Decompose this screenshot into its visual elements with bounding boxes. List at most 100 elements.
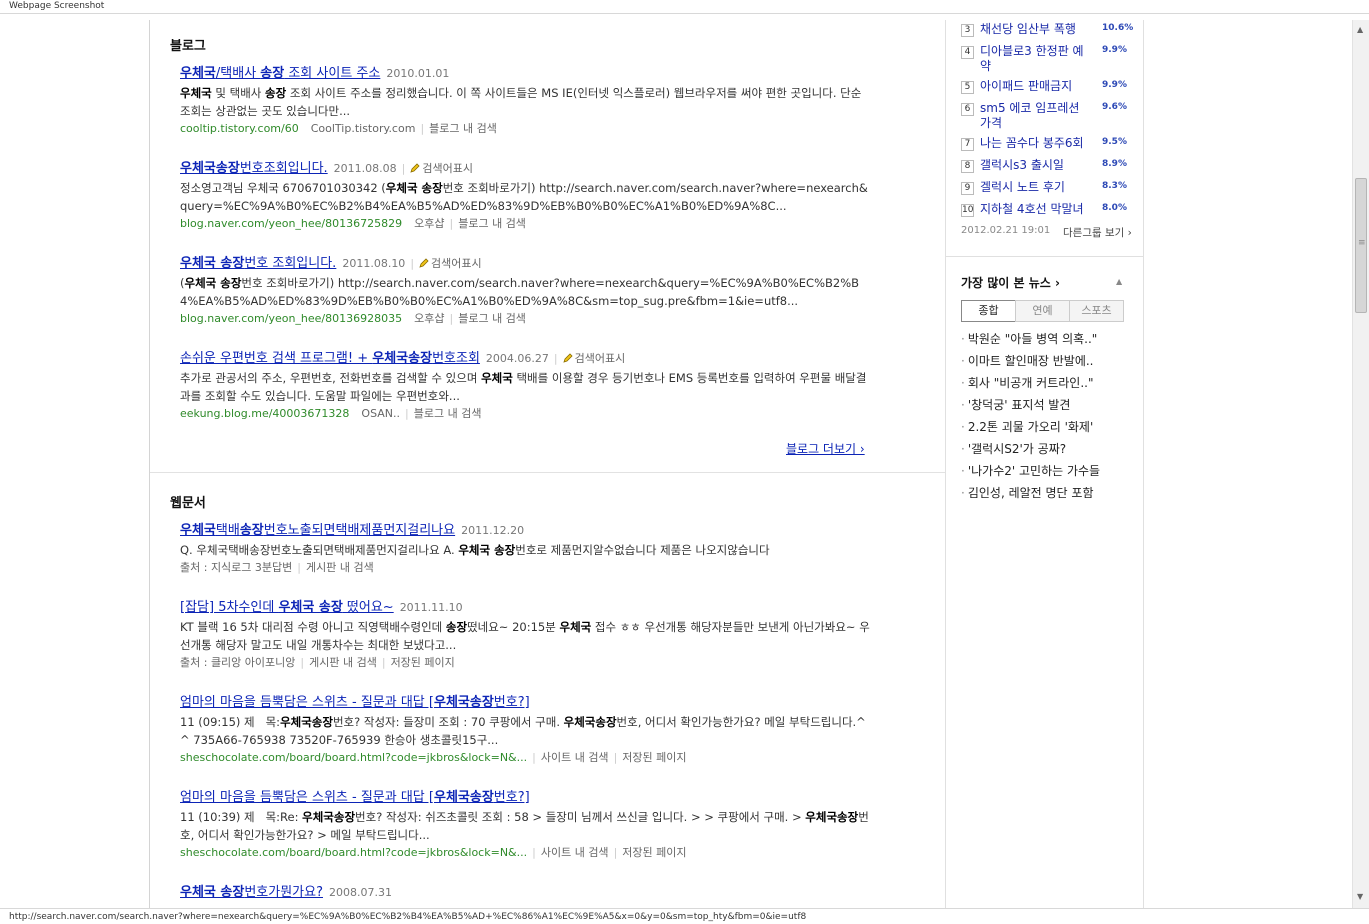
collapse-icon[interactable]: ▲ bbox=[1116, 277, 1122, 286]
result-url[interactable]: blog.naver.com/yeon_hee/80136725829 bbox=[180, 217, 402, 230]
webdoc-result: 우체국 송장번호가뭔가요? 2008.07.31 bbox=[180, 883, 870, 901]
status-bar: http://search.naver.com/search.naver?whe… bbox=[0, 908, 1369, 924]
result-title-link[interactable]: 우체국 송장번호 조회입니다. bbox=[180, 256, 336, 271]
news-link[interactable]: 회사 "비공개 커트라인.." bbox=[961, 375, 1094, 391]
result-url[interactable]: eekung.blog.me/40003671328 bbox=[180, 407, 349, 420]
sidebar-divider bbox=[946, 256, 1143, 257]
result-title-link[interactable]: 엄마의 마음을 듬뿍담은 스위츠 - 질문과 대답 [우체국송장번호?] bbox=[180, 790, 530, 805]
meta-link[interactable]: 저장된 페이지 bbox=[622, 846, 686, 859]
vertical-scrollbar[interactable]: ▲ ≡ ▼ bbox=[1352, 20, 1369, 908]
blog-result: 우체국 송장번호 조회입니다. 2011.08.10 | 검색어표시 (우체국 송장번호… bbox=[180, 254, 870, 328]
ranking-timestamp: 2012.02.21 19:01 bbox=[961, 225, 1051, 236]
meta-link[interactable]: 게시판 내 검색 bbox=[306, 561, 374, 574]
rank-number: 4 bbox=[961, 46, 974, 59]
window-titlebar: Webpage Screenshot bbox=[0, 0, 1369, 14]
grip-icon: ≡ bbox=[1358, 238, 1366, 248]
meta-link[interactable]: 저장된 페이지 bbox=[622, 751, 686, 764]
result-source[interactable]: 오후샵 bbox=[414, 217, 444, 230]
rank-percent: 10.6% bbox=[1102, 23, 1134, 33]
result-title-link[interactable]: 엄마의 마음을 듬뿍담은 스위츠 - 질문과 대답 [우체국송장번호?] bbox=[180, 695, 530, 710]
keyword-highlight-toggle[interactable]: 검색어표시 bbox=[410, 162, 473, 175]
result-meta: sheschocolate.com/board/board.html?code=… bbox=[180, 844, 870, 862]
news-link[interactable]: 김인성, 레알전 명단 포함 bbox=[961, 485, 1094, 501]
result-title-link[interactable]: 우체국택배송장번호노출되면택배제품먼지걸리나요 bbox=[180, 523, 455, 538]
result-title-link[interactable]: [잡담] 5차수인데 우체국 송장 떴어요~ bbox=[180, 600, 394, 615]
blog-search-link[interactable]: 블로그 내 검색 bbox=[414, 407, 482, 420]
rank-keyword-link[interactable]: 디아블로3 한정판 예약 bbox=[980, 44, 1090, 74]
result-title-row: 우체국송장번호조회입니다. 2011.08.08 | 검색어표시 bbox=[180, 159, 870, 177]
rank-keyword-link[interactable]: 나는 꼼수다 봉주6회 bbox=[980, 136, 1090, 151]
blog-search-link[interactable]: 블로그 내 검색 bbox=[458, 312, 526, 325]
result-title-row: 엄마의 마음을 듬뿍담은 스위츠 - 질문과 대답 [우체국송장번호?] bbox=[180, 693, 870, 711]
result-title-link[interactable]: 손쉬운 우편번호 검색 프로그램! + 우체국송장번호조회 bbox=[180, 351, 480, 366]
meta-link[interactable]: 사이트 내 검색 bbox=[541, 846, 609, 859]
result-title-link[interactable]: 우체국송장번호조회입니다. bbox=[180, 161, 328, 176]
result-meta: eekung.blog.me/40003671328 OSAN.. | 블로그 내 검… bbox=[180, 405, 870, 423]
result-source[interactable]: OSAN.. bbox=[361, 407, 400, 420]
result-description: 11 (10:39) 제 목:Re: 우체국송장번호? 작성자: 쉬즈초콜릿 조… bbox=[180, 810, 869, 842]
tab-sports[interactable]: 스포츠 bbox=[1069, 300, 1124, 322]
result-date: 2010.01.01 bbox=[386, 67, 450, 80]
result-title-link[interactable]: 우체국 송장번호가뭔가요? bbox=[180, 885, 323, 900]
result-date: 2011.11.10 bbox=[399, 601, 463, 614]
scroll-down-icon[interactable]: ▼ bbox=[1357, 892, 1363, 901]
rank-number: 9 bbox=[961, 182, 974, 195]
news-link[interactable]: '나가수2' 고민하는 가수들 bbox=[961, 463, 1100, 479]
result-description: KT 블랙 16 5차 대리점 수령 아니고 직영택배수령인데 송장떴네요~ 2… bbox=[180, 620, 870, 652]
news-link[interactable]: '창덕궁' 표지석 발견 bbox=[961, 397, 1071, 413]
result-meta: sheschocolate.com/board/board.html?code=… bbox=[180, 749, 870, 767]
rank-keyword-link[interactable]: 갤럭시s3 출시일 bbox=[980, 158, 1090, 173]
rank-number: 10 bbox=[961, 204, 974, 217]
keyword-highlight-toggle[interactable]: 검색어표시 bbox=[562, 352, 626, 365]
result-url[interactable]: sheschocolate.com/board/board.html?code=… bbox=[180, 751, 527, 764]
blog-search-link[interactable]: 블로그 내 검색 bbox=[429, 122, 497, 135]
meta-link[interactable]: 게시판 내 검색 bbox=[309, 656, 377, 669]
rank-number: 5 bbox=[961, 81, 974, 94]
blog-search-link[interactable]: 블로그 내 검색 bbox=[458, 217, 526, 230]
result-url[interactable]: cooltip.tistory.com/60 bbox=[180, 122, 299, 135]
result-description: (우체국 송장번호 조회바로가기) http://search.naver.co… bbox=[180, 276, 860, 308]
keyword-highlight-label: 검색어표시 bbox=[574, 352, 626, 365]
blog-more-link[interactable]: 블로그 더보기 › bbox=[786, 440, 865, 457]
separator: | bbox=[405, 407, 409, 420]
news-link[interactable]: 2.2톤 괴물 가오리 '화제' bbox=[961, 419, 1093, 435]
result-meta: 출처 : 지식로그 3분답변 | 게시판 내 검색 bbox=[180, 559, 870, 577]
rank-keyword-link[interactable]: 채선당 임산부 폭행 bbox=[980, 22, 1090, 37]
top-news-title[interactable]: 가장 많이 본 뉴스 › bbox=[961, 274, 1060, 291]
result-meta: blog.naver.com/yeon_hee/80136725829 오후샵 | 블… bbox=[180, 215, 870, 233]
result-source[interactable]: CoolTip.tistory.com bbox=[311, 122, 416, 135]
separator: | bbox=[297, 561, 301, 574]
tab-general[interactable]: 종합 bbox=[961, 300, 1016, 322]
news-link[interactable]: 이마트 할인매장 반발에.. bbox=[961, 353, 1094, 369]
rank-percent: 8.0% bbox=[1102, 203, 1127, 213]
result-title-row: [잡담] 5차수인데 우체국 송장 떴어요~ 2011.11.10 bbox=[180, 598, 870, 616]
rank-keyword-link[interactable]: 겔럭시 노트 후기 bbox=[980, 180, 1090, 195]
scroll-up-icon[interactable]: ▲ bbox=[1357, 25, 1363, 34]
tab-entertainment[interactable]: 연예 bbox=[1015, 300, 1070, 322]
result-meta: cooltip.tistory.com/60 CoolTip.tistory.co… bbox=[180, 120, 870, 138]
result-source[interactable]: 오후샵 bbox=[414, 312, 444, 325]
blog-result: 우체국/택배사 송장 조회 사이트 주소 2010.01.01 우체국 및 택배사 … bbox=[180, 64, 870, 138]
news-link[interactable]: '갤럭시S2'가 공짜? bbox=[961, 441, 1066, 457]
result-description: Q. 우체국택배송장번호노출되면택배제품먼지걸리나요 A. 우체국 송장번호로 … bbox=[180, 543, 770, 557]
separator: | bbox=[613, 751, 618, 764]
result-title-link[interactable]: 우체국/택배사 송장 조회 사이트 주소 bbox=[180, 66, 380, 81]
result-url[interactable]: sheschocolate.com/board/board.html?code=… bbox=[180, 846, 527, 859]
other-group-link[interactable]: 다른그룹 보기 › bbox=[1063, 225, 1132, 240]
meta-link: 출처 : 지식로그 3분답변 bbox=[180, 561, 293, 574]
meta-link: 출처 : 클리앙 아이포니앙 bbox=[180, 656, 296, 669]
rank-keyword-link[interactable]: 아이패드 판매금지 bbox=[980, 79, 1090, 94]
result-date: 2011.12.20 bbox=[461, 524, 525, 537]
result-url[interactable]: blog.naver.com/yeon_hee/80136928035 bbox=[180, 312, 402, 325]
rank-keyword-link[interactable]: 지하철 4호선 막말녀 bbox=[980, 202, 1090, 217]
meta-link[interactable]: 저장된 페이지 bbox=[391, 656, 455, 669]
result-title-row: 엄마의 마음을 듬뿍담은 스위츠 - 질문과 대답 [우체국송장번호?] bbox=[180, 788, 870, 806]
meta-link[interactable]: 사이트 내 검색 bbox=[541, 751, 609, 764]
keyword-highlight-toggle[interactable]: 검색어표시 bbox=[419, 257, 482, 270]
result-description: 11 (09:15) 제 목:우체국송장번호? 작성자: 들장미 조회 : 70… bbox=[180, 715, 866, 747]
rank-percent: 8.9% bbox=[1102, 159, 1127, 169]
news-link[interactable]: 박원순 "아들 병역 의혹.." bbox=[961, 331, 1097, 347]
result-title-row: 우체국 송장번호 조회입니다. 2011.08.10 | 검색어표시 bbox=[180, 254, 870, 272]
rank-keyword-link[interactable]: sm5 에코 임프레션 가격 bbox=[980, 101, 1090, 131]
scroll-thumb[interactable]: ≡ bbox=[1355, 178, 1367, 313]
